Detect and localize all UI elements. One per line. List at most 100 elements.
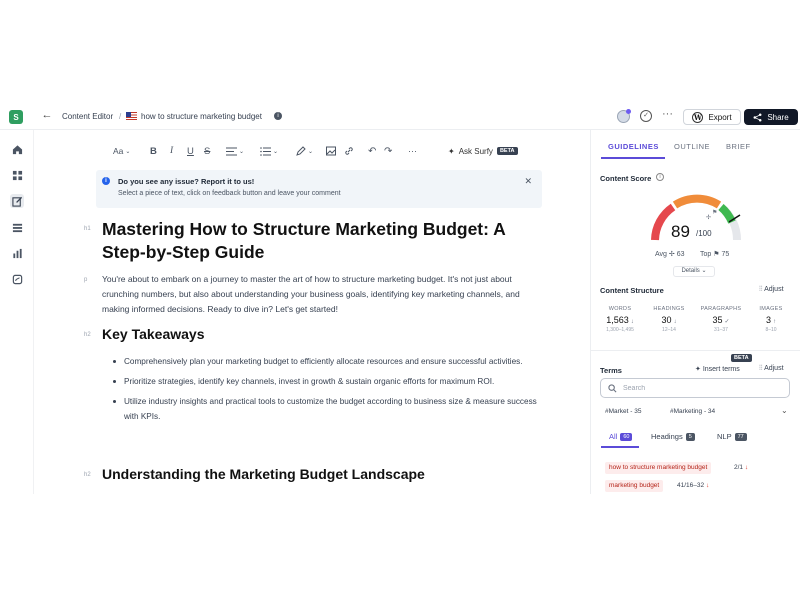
grow-flow-icon[interactable] — [10, 272, 24, 286]
undo-icon[interactable]: ↶ — [368, 144, 376, 158]
tab-guidelines[interactable]: GUIDELINES — [608, 142, 659, 151]
content-score-gauge: ✢ ⚑ — [651, 194, 742, 241]
document-h1[interactable]: Mastering How to Structure Marketing Bud… — [102, 218, 542, 264]
share-label: Share — [767, 112, 789, 122]
share-button[interactable]: Share — [744, 109, 798, 125]
more-tools-icon[interactable]: ··· — [408, 144, 417, 158]
content-score-max: /100 — [696, 229, 712, 238]
details-button[interactable]: Details ⌄ — [673, 266, 715, 277]
top-bar: S ← Content Editor / how to structure ma… — [0, 104, 800, 130]
panel-tabs: GUIDELINES OUTLINE BRIEF — [591, 130, 800, 160]
font-style-dropdown[interactable]: Aa ⌄ — [113, 144, 130, 158]
strikethrough-button[interactable]: S — [204, 144, 210, 158]
terms-search — [600, 378, 790, 398]
term-count: 41/16–32 ↓ — [677, 482, 710, 489]
stat-paragraphs: PARAGRAPHS 35 ✓ 31–37 — [700, 306, 742, 333]
close-icon[interactable]: ✕ — [524, 176, 532, 187]
content-score-title: Content Score — [600, 174, 652, 183]
intro-paragraph[interactable]: You're about to embark on a journey to m… — [102, 272, 542, 317]
avatar[interactable] — [617, 109, 631, 123]
count-badge: 5 — [685, 432, 695, 441]
redo-icon[interactable]: ↷ — [384, 144, 392, 158]
active-tab-indicator — [601, 157, 665, 159]
divider — [591, 350, 800, 351]
list-dropdown[interactable]: ⌄ — [260, 144, 278, 158]
filter-tab-all[interactable]: All 60 — [609, 432, 633, 441]
app-window: S ← Content Editor / how to structure ma… — [0, 104, 800, 494]
tab-outline[interactable]: OUTLINE — [674, 142, 710, 151]
term-chip[interactable]: how to structure marketing budget — [605, 462, 712, 474]
filter-tab-nlp[interactable]: NLP 77 — [717, 432, 747, 441]
dashboard-grid-icon[interactable] — [10, 168, 24, 182]
back-arrow-icon[interactable]: ← — [40, 109, 54, 121]
search-input[interactable] — [623, 382, 773, 395]
stat-headings: HEADINGS 30 ↓ 12–14 — [653, 306, 685, 333]
term-chip[interactable]: marketing budget — [605, 480, 664, 492]
beta-badge: BETA — [496, 147, 518, 155]
sparkle-icon: ✦ — [695, 366, 703, 373]
notice-title: Do you see any issue? Report it to us! — [118, 177, 255, 186]
active-filter-indicator — [601, 446, 639, 448]
export-button[interactable]: W Export — [683, 109, 741, 125]
count-badge: 77 — [734, 432, 747, 441]
svg-text:⚑: ⚑ — [712, 209, 717, 216]
tab-brief[interactable]: BRIEF — [726, 142, 751, 151]
underline-button[interactable]: U — [187, 144, 194, 158]
list-item[interactable]: Prioritize strategies, identify key chan… — [110, 374, 540, 389]
bold-button[interactable]: B — [150, 144, 157, 158]
topic-tag[interactable]: #Market - 35 — [605, 408, 642, 415]
breadcrumb-content-editor[interactable]: Content Editor — [62, 112, 113, 121]
italic-button[interactable]: I — [170, 144, 173, 158]
avg-score: Avg ✢ 63 — [655, 251, 685, 258]
image-icon — [326, 146, 336, 156]
check-circle-icon[interactable]: ✓ — [640, 110, 652, 122]
list-item[interactable]: Comprehensively plan your marketing budg… — [110, 354, 540, 369]
chevron-down-icon[interactable]: ⌄ — [781, 406, 788, 415]
search-icon — [608, 384, 617, 393]
feedback-notice: i Do you see any issue? Report it to us!… — [96, 170, 542, 208]
adjust-structure-button[interactable]: ⫶⫶ Adjust — [759, 286, 784, 294]
info-icon[interactable]: i — [274, 112, 282, 120]
info-icon[interactable]: i — [656, 173, 664, 181]
takeaways-list: Comprehensively plan your marketing budg… — [110, 354, 540, 429]
image-button[interactable] — [326, 144, 336, 158]
more-options-icon[interactable]: ··· — [662, 108, 673, 120]
home-icon[interactable] — [10, 142, 24, 156]
top-score: Top ⚑ 75 — [700, 251, 730, 258]
landscape-heading[interactable]: Understanding the Marketing Budget Lands… — [102, 466, 425, 482]
heading-level-tag: h1 — [84, 226, 91, 232]
align-dropdown[interactable]: ⌄ — [226, 144, 244, 158]
content-structure-title: Content Structure — [600, 286, 664, 295]
guidelines-panel: GUIDELINES OUTLINE BRIEF Content Score i… — [590, 130, 800, 494]
list-item[interactable]: Utilize industry insights and practical … — [110, 394, 540, 424]
sparkle-icon: ✦ — [448, 146, 455, 156]
app-logo[interactable]: S — [9, 110, 23, 124]
ask-surfy-label: Ask Surfy — [458, 146, 493, 156]
notice-body: Select a piece of text, click on feedbac… — [118, 190, 341, 197]
document-title: how to structure marketing budget — [141, 112, 262, 121]
beta-badge: BETA — [731, 354, 752, 362]
ask-surfy-button[interactable]: ✦ Ask Surfy BETA — [448, 144, 518, 158]
info-icon: i — [102, 177, 110, 185]
align-icon — [226, 146, 237, 156]
link-button[interactable] — [344, 144, 354, 158]
numbered-list-icon — [260, 146, 271, 156]
list-icon[interactable] — [10, 220, 24, 234]
stat-words: WORDS 1,563 ↓ 1,300–1,495 — [606, 306, 634, 333]
insert-terms-button[interactable]: ✦ Insert terms — [695, 365, 740, 373]
term-count: 2/1 ↓ — [734, 464, 749, 471]
breadcrumb-separator: / — [119, 112, 122, 121]
key-takeaways-heading[interactable]: Key Takeaways — [102, 326, 204, 342]
adjust-terms-button[interactable]: ⫶⫶ Adjust — [759, 365, 784, 373]
topic-tag[interactable]: #Marketing - 34 — [670, 408, 715, 415]
us-flag-icon — [126, 112, 137, 120]
content-score-value: 89 — [671, 222, 690, 241]
heading-level-tag: h2 — [84, 472, 91, 478]
filter-tab-headings[interactable]: Headings 5 — [651, 432, 695, 441]
analytics-chart-icon[interactable] — [10, 246, 24, 260]
editor-area: Aa ⌄ B I U S ⌄ ⌄ ⌄ ↶ ↷ ··· ✦ Ask Surfy BE… — [34, 130, 590, 494]
heading-level-tag: h2 — [84, 332, 91, 338]
pen-icon — [296, 146, 306, 156]
content-editor-icon[interactable] — [10, 194, 24, 208]
highlight-dropdown[interactable]: ⌄ — [296, 144, 313, 158]
